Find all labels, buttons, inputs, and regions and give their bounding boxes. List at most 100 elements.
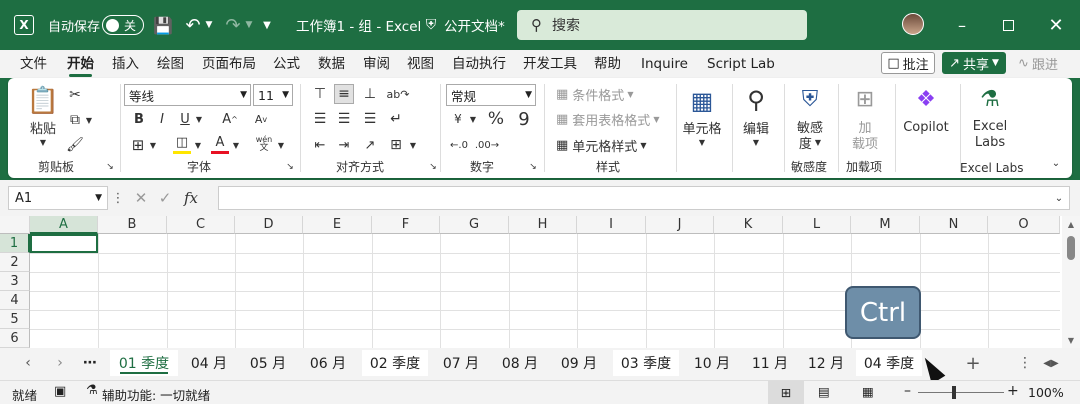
insert-function-button[interactable]: fx	[180, 188, 202, 208]
sheet-tab-04-month[interactable]: 04 月	[183, 350, 235, 376]
cell-styles-button[interactable]: ▦ 单元格样式 ▼	[556, 135, 646, 155]
avatar[interactable]	[902, 13, 924, 35]
sheet-tab-03-quarter[interactable]: 03 季度	[613, 350, 679, 376]
tab-insert[interactable]: 插入	[112, 50, 139, 78]
font-name-select[interactable]: 等线 ▼	[124, 84, 251, 106]
format-as-table-button[interactable]: ▦ 套用表格格式 ▼	[556, 109, 659, 129]
sheet-tab-01-quarter[interactable]: 01 季度	[110, 350, 178, 376]
cells-icon[interactable]: ▦	[687, 86, 717, 116]
maximize-icon[interactable]	[998, 15, 1018, 35]
autosave-toggle[interactable]: 关	[102, 15, 144, 35]
select-all-corner[interactable]	[0, 216, 30, 234]
selected-cell-a1[interactable]	[30, 234, 98, 253]
row-header-4[interactable]: 4	[0, 291, 30, 310]
borders-icon[interactable]: ⊞	[128, 136, 148, 154]
vertical-scrollbar[interactable]: ▲ ▼	[1062, 216, 1080, 348]
save-icon[interactable]: 💾	[153, 15, 173, 35]
tab-data[interactable]: 数据	[318, 50, 345, 78]
excel-labs-line2[interactable]: Labs	[968, 134, 1012, 150]
tab-inquire[interactable]: Inquire	[641, 50, 688, 78]
tab-formulas[interactable]: 公式	[273, 50, 300, 78]
align-right-icon[interactable]: ☰	[360, 110, 380, 128]
scroll-thumb[interactable]	[1067, 236, 1075, 260]
merge-dropdown-icon[interactable]: ▼	[408, 136, 418, 154]
sheet-tab-04-quarter[interactable]: 04 季度	[856, 350, 922, 376]
follow-button[interactable]: ∿ 跟进	[1012, 52, 1064, 74]
align-left-icon[interactable]: ☰	[310, 110, 330, 128]
minimize-icon[interactable]: –	[952, 15, 972, 35]
column-header-l[interactable]: L	[783, 216, 851, 234]
grow-font-button[interactable]: A ^	[220, 110, 240, 128]
normal-view-icon[interactable]: ⊞	[768, 381, 804, 404]
close-icon[interactable]: ✕	[1046, 15, 1066, 36]
tab-help[interactable]: 帮助	[594, 50, 621, 78]
zoom-slider-thumb[interactable]	[952, 386, 956, 399]
tab-script-lab[interactable]: Script Lab	[707, 50, 775, 78]
row-header-1[interactable]: 1	[0, 234, 30, 253]
tab-home[interactable]: 开始	[67, 50, 94, 78]
dialog-launcher-icon[interactable]: ↘	[428, 162, 438, 172]
percent-button[interactable]: %	[486, 108, 506, 130]
column-header-g[interactable]: G	[440, 216, 509, 234]
merge-center-icon[interactable]: ⊞	[386, 136, 406, 154]
search-box[interactable]: ⚲ 搜索	[517, 10, 807, 40]
zoom-slider[interactable]	[918, 392, 1004, 393]
sheet-tab-10-month[interactable]: 10 月	[686, 350, 738, 376]
resize-handle-icon[interactable]: ◀▶	[1040, 350, 1062, 376]
accessibility-status[interactable]: 辅助功能: 一切就绪	[102, 385, 210, 404]
sensitivity-status[interactable]: 公开文档*	[444, 15, 505, 35]
redo-icon[interactable]: ↷	[222, 15, 244, 36]
excel-labs-line1[interactable]: Excel	[968, 118, 1012, 134]
column-header-i[interactable]: I	[577, 216, 646, 234]
cells-button[interactable]: 单元格	[678, 118, 726, 137]
sheet-tab-06-month[interactable]: 06 月	[302, 350, 354, 376]
chevron-down-icon[interactable]: ▼	[750, 136, 762, 148]
cut-icon[interactable]: ✂	[66, 86, 84, 104]
column-header-k[interactable]: K	[714, 216, 783, 234]
phonetic-button[interactable]: wén 文	[254, 132, 274, 156]
orientation-icon[interactable]: ↗	[360, 136, 380, 154]
comma-style-button[interactable]: 9	[514, 108, 534, 130]
column-header-e[interactable]: E	[303, 216, 372, 234]
sheet-tab-09-month[interactable]: 09 月	[553, 350, 605, 376]
align-top-icon[interactable]: ⊤	[310, 84, 330, 104]
row-header-6[interactable]: 6	[0, 329, 30, 348]
sheet-tab-08-month[interactable]: 08 月	[494, 350, 546, 376]
name-box[interactable]: A1 ▼	[8, 186, 108, 210]
text-direction-icon[interactable]: ab↷	[387, 84, 410, 104]
number-format-select[interactable]: 常规 ▼	[446, 84, 536, 106]
column-header-b[interactable]: B	[98, 216, 167, 234]
dialog-launcher-icon[interactable]: ↘	[528, 162, 538, 172]
scroll-up-icon[interactable]: ▲	[1066, 218, 1076, 230]
tab-review[interactable]: 审阅	[363, 50, 390, 78]
chevron-down-icon[interactable]: ▼	[696, 136, 708, 148]
undo-dropdown-icon[interactable]: ▼	[204, 15, 214, 35]
cancel-icon[interactable]: ✕	[132, 188, 150, 208]
shrink-font-button[interactable]: Av	[251, 110, 271, 128]
sheet-tab-11-month[interactable]: 11 月	[744, 350, 796, 376]
tab-page-layout[interactable]: 页面布局	[202, 50, 256, 78]
comments-button[interactable]: □ 批注	[881, 52, 935, 74]
font-size-select[interactable]: 11 ▼	[253, 84, 293, 106]
expand-formula-icon[interactable]: ⌄	[1052, 188, 1066, 208]
row-header-5[interactable]: 5	[0, 310, 30, 329]
page-break-view-icon[interactable]: ▦	[862, 384, 874, 399]
page-layout-view-icon[interactable]: ▤	[818, 384, 830, 399]
column-header-m[interactable]: M	[851, 216, 920, 234]
underline-button[interactable]: U	[176, 110, 194, 128]
paste-icon[interactable]: 📋	[27, 84, 59, 118]
sheet-tab-02-quarter[interactable]: 02 季度	[362, 350, 428, 376]
customize-qat-icon[interactable]: ▼	[260, 15, 274, 35]
row-header-3[interactable]: 3	[0, 272, 30, 291]
copy-icon[interactable]: ⧉	[66, 111, 84, 129]
paste-dropdown-icon[interactable]: ▼	[36, 136, 50, 148]
tab-file[interactable]: 文件	[20, 50, 47, 78]
sensitivity-button-line2[interactable]: 度 ▼	[792, 134, 828, 152]
phonetic-dropdown-icon[interactable]: ▼	[276, 136, 286, 154]
tab-view[interactable]: 视图	[407, 50, 434, 78]
fill-color-dropdown-icon[interactable]: ▼	[193, 136, 203, 154]
format-painter-icon[interactable]: 🖌	[66, 136, 84, 154]
conditional-format-button[interactable]: ▦ 条件格式 ▼	[556, 84, 633, 104]
decrease-decimal-icon[interactable]: .00→	[475, 136, 499, 154]
more-sheets-icon[interactable]: ⋮	[1018, 350, 1032, 376]
